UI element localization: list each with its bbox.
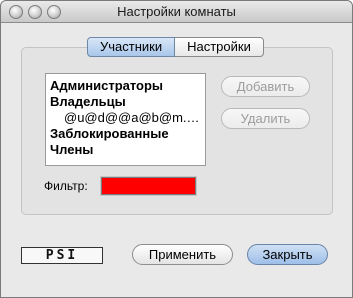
affiliation-list[interactable]: Администраторы Владельцы @u@d@@a@b@m.c… … (45, 73, 206, 166)
title-bar: Настройки комнаты (1, 1, 352, 23)
add-button[interactable]: Добавить (221, 76, 310, 97)
list-item-owners[interactable]: Владельцы (50, 94, 126, 110)
filter-label: Фильтр: (44, 179, 88, 193)
tab-bar: Участники Настройки (87, 37, 264, 57)
tab-members[interactable]: Участники (87, 37, 176, 57)
tab-settings[interactable]: Настройки (175, 37, 264, 57)
psi-logo: PSI (21, 247, 103, 264)
filter-input[interactable] (101, 177, 196, 195)
close-button[interactable]: Закрыть (247, 244, 328, 265)
list-item-owner-jid[interactable]: @u@d@@a@b@m.c… (64, 110, 202, 126)
list-item-administrators[interactable]: Администраторы (50, 78, 163, 94)
apply-button[interactable]: Применить (132, 244, 233, 265)
list-item-members[interactable]: Члены (50, 142, 93, 158)
window-title: Настройки комнаты (117, 4, 236, 19)
room-settings-window: Настройки комнаты Участники Настройки Ад… (0, 0, 353, 298)
remove-button[interactable]: Удалить (221, 108, 310, 129)
list-item-banned[interactable]: Заблокированные (50, 126, 169, 142)
